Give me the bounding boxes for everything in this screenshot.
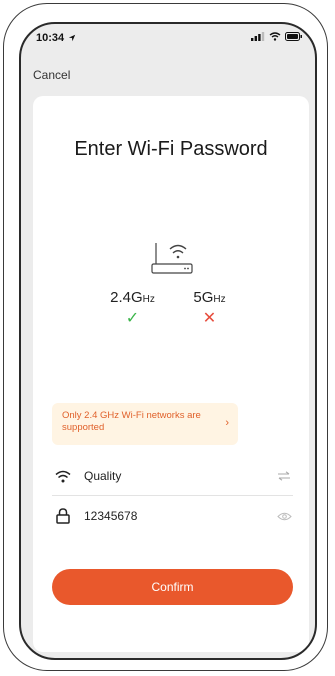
band-5ghz-main: 5G (193, 289, 214, 306)
wifi-icon (269, 32, 281, 41)
field-divider (52, 495, 293, 496)
location-arrow-icon (69, 34, 76, 42)
check-icon: ✓ (125, 310, 140, 327)
wifi-name-field[interactable]: Quality (52, 458, 293, 494)
band-5ghz-unit: Hz (213, 294, 226, 305)
band-24ghz: 2.4GHz ✓ (103, 289, 163, 329)
status-time: 10:34 (36, 32, 76, 44)
band-support-row: 2.4GHz ✓ 5GHz ✕ (33, 289, 309, 329)
band-warning-banner[interactable]: Only 2.4 GHz Wi-Fi networks are supporte… (52, 403, 238, 445)
band-24ghz-label: 2.4GHz (103, 289, 163, 306)
cellular-signal-icon (251, 32, 265, 41)
wifi-password-card: Enter Wi-Fi Password 2.4GHz ✓ 5GHz ✕ Onl… (33, 96, 309, 652)
cross-icon: ✕ (202, 310, 217, 327)
band-warning-text: Only 2.4 GHz Wi-Fi networks are supporte… (62, 410, 201, 433)
band-24ghz-unit: Hz (142, 294, 155, 305)
switch-arrows-icon[interactable] (275, 471, 293, 481)
status-time-text: 10:34 (36, 32, 65, 44)
password-field[interactable]: 12345678 (52, 498, 293, 534)
band-24ghz-main: 2.4G (110, 289, 143, 306)
battery-icon (285, 32, 302, 41)
confirm-button[interactable]: Confirm (52, 569, 293, 605)
status-icons (251, 32, 303, 41)
phone-screen: 10:34 Cancel Enter Wi-Fi Password 2.4GHz… (19, 22, 317, 660)
password-value: 12345678 (84, 509, 138, 523)
band-5ghz: 5GHz ✕ (180, 289, 240, 329)
cancel-button[interactable]: Cancel (33, 68, 70, 82)
wifi-name-value: Quality (84, 469, 122, 483)
router-icon (151, 243, 193, 274)
chevron-right-icon: › (225, 417, 229, 429)
wifi-icon (52, 470, 74, 483)
band-5ghz-label: 5GHz (180, 289, 240, 306)
eye-icon[interactable] (275, 512, 293, 521)
lock-icon (52, 508, 74, 524)
page-title: Enter Wi-Fi Password (74, 138, 268, 160)
status-bar: 10:34 (21, 24, 315, 62)
